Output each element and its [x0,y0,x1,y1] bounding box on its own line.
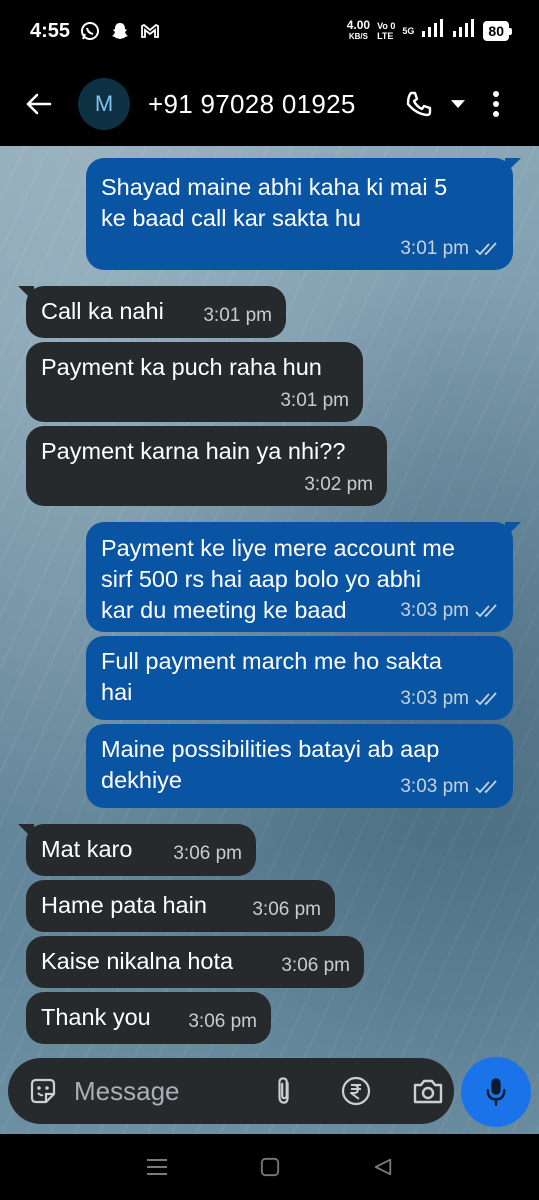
message-time: 3:03 pm [400,688,469,709]
volte-indicator: Vo 0 LTE [377,21,396,41]
double-check-icon [475,241,497,255]
network-speed-value: 4.00 [346,18,371,32]
message-bubble-outgoing[interactable]: Full payment march me ho sakta hai 3:03 … [86,636,513,720]
message-bubble-outgoing[interactable]: Maine possibilities batayi ab aap dekhiy… [86,724,513,808]
more-options-icon[interactable] [484,84,508,124]
double-check-icon [475,691,497,705]
rupee-payment-icon[interactable] [338,1073,374,1109]
message-bubble-incoming[interactable]: Kaise nikalna hota 3:06 pm [26,936,364,988]
message-time: 3:03 pm [400,600,469,621]
message-time: 3:06 pm [188,1011,257,1032]
whatsapp-icon [80,21,100,41]
network-speed: 4.00 KB/S [346,18,371,42]
message-time: 3:01 pm [400,238,469,259]
snapchat-icon [110,21,130,41]
gmail-icon [140,21,160,41]
system-navigation-bar [0,1134,539,1200]
microphone-icon[interactable] [461,1057,531,1127]
back-triangle-icon[interactable] [365,1149,401,1185]
back-arrow-icon[interactable] [18,84,58,124]
signal-icon-2 [452,19,476,43]
camera-icon[interactable] [410,1073,446,1109]
recent-apps-icon[interactable] [139,1149,175,1185]
message-time: 3:02 pm [304,474,373,495]
message-bubble-incoming[interactable]: Thank you 3:06 pm [26,992,271,1044]
network-speed-unit: KB/S [348,32,368,41]
status-bar: 4:55 4.00 KB/S Vo 0 LTE 5G 80 [0,0,539,62]
home-icon[interactable] [252,1149,288,1185]
message-input[interactable] [74,1075,244,1107]
message-time: 3:01 pm [203,305,272,326]
conversation-header: M +91 97028 01925 [0,62,539,146]
message-time: 3:06 pm [281,955,350,976]
message-meta: 3:01 pm [400,233,499,264]
message-composer [8,1058,454,1124]
message-bubble-incoming[interactable]: Mat karo 3:06 pm [26,824,256,876]
message-bubble-incoming[interactable]: Hame pata hain 3:06 pm [26,880,335,932]
message-text: Shayad maine abhi kaha ki mai 5 ke baad … [101,174,448,231]
network-5g-label: 5G [402,26,415,36]
message-bubble-outgoing[interactable]: Shayad maine abhi kaha ki mai 5 ke baad … [86,158,513,270]
double-check-icon [475,779,497,793]
message-text: Payment ka puch raha hun [41,354,322,380]
message-text: Payment karna hain ya nhi?? [41,438,346,464]
message-time: 3:01 pm [280,390,349,411]
contact-avatar[interactable]: M [78,78,130,130]
message-bubble-incoming[interactable]: Payment ka puch raha hun 3:01 pm [26,342,363,422]
message-meta: 3:03 pm [400,683,499,714]
contact-title[interactable]: +91 97028 01925 [148,89,356,120]
battery-indicator: 80 [483,21,512,41]
message-time: 3:06 pm [252,899,321,920]
message-bubble-outgoing[interactable]: Payment ke liye mere account me sirf 500… [86,522,513,632]
signal-icon [421,19,445,43]
status-time: 4:55 [30,19,71,42]
chevron-down-icon[interactable] [446,84,470,124]
message-time: 3:06 pm [173,843,242,864]
message-bubble-incoming[interactable]: Payment karna hain ya nhi?? 3:02 pm [26,426,387,506]
message-meta: 3:03 pm [400,595,499,626]
message-meta: 3:03 pm [400,771,499,802]
message-bubble-incoming[interactable]: Call ka nahi 3:01 pm [26,286,286,338]
message-list[interactable]: Shayad maine abhi kaha ki mai 5 ke baad … [0,146,539,1134]
message-time: 3:03 pm [400,776,469,797]
double-check-icon [475,603,497,617]
phone-icon[interactable] [402,84,436,124]
emoji-icon[interactable] [26,1074,60,1108]
attachment-icon[interactable] [266,1073,302,1109]
